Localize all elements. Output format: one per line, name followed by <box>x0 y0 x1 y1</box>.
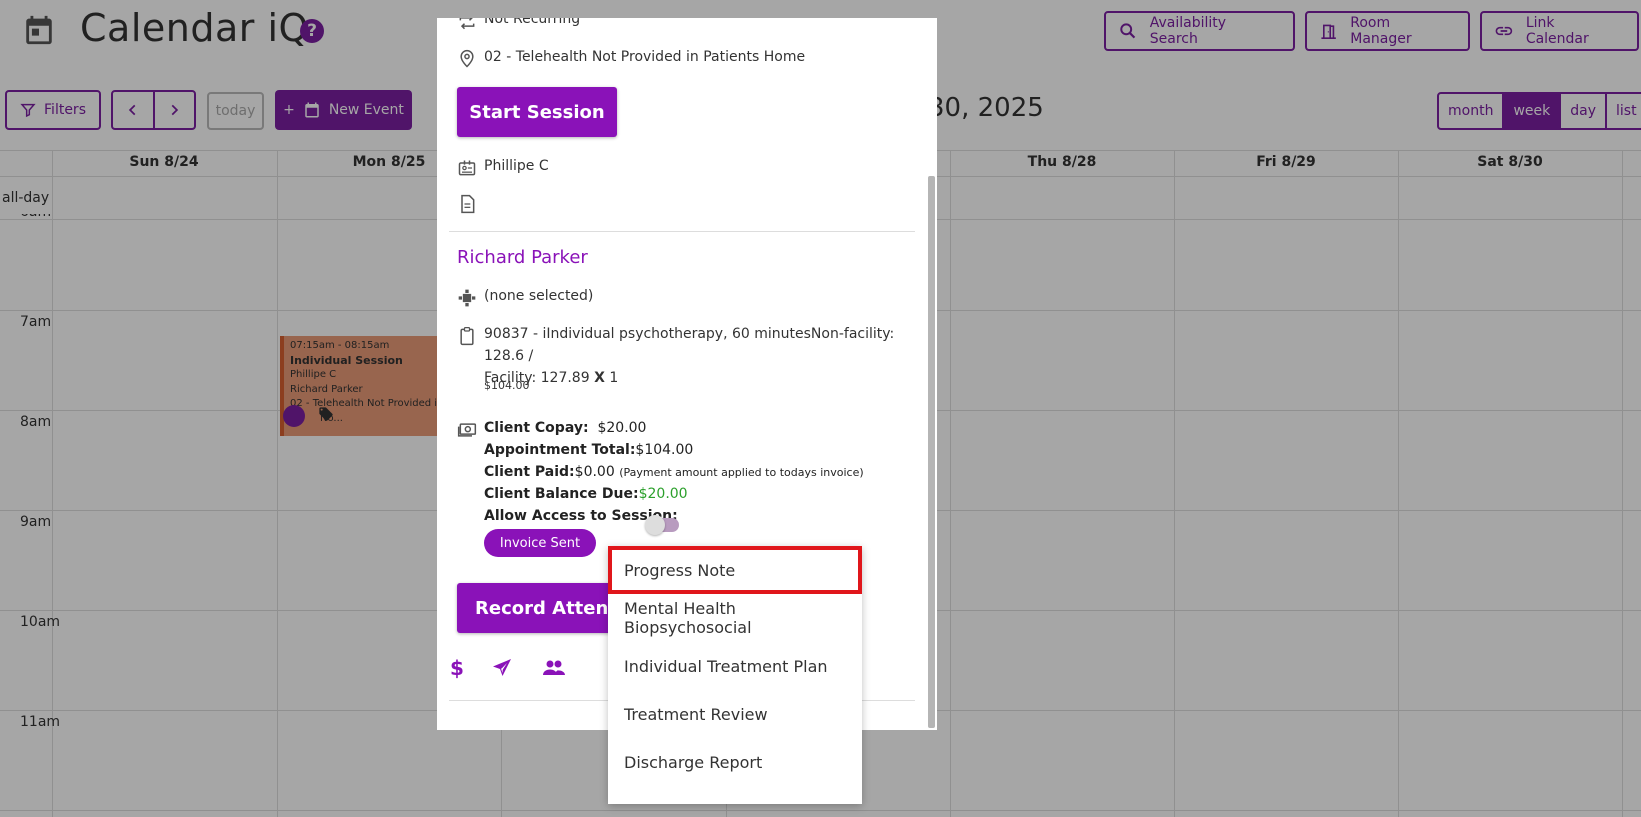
start-session-button[interactable]: Start Session <box>457 87 617 137</box>
id-card-icon <box>458 160 476 176</box>
note-type-dropdown: Progress Note Mental Health Biopsychosoc… <box>608 546 862 804</box>
balance-line: Client Balance Due:$20.00 <box>484 486 688 502</box>
cash-icon <box>457 423 477 437</box>
recurrence-text: Not Recurring <box>484 18 581 27</box>
service-price: $104.00 <box>484 379 530 392</box>
total-value: $104.00 <box>635 442 694 458</box>
balance-value: $20.00 <box>638 486 688 502</box>
dollar-icon[interactable]: $ <box>445 656 469 680</box>
service-code-line1: 90837 - iIndividual psychotherapy, 60 mi… <box>484 326 895 364</box>
paid-value: $0.00 <box>574 464 615 480</box>
paid-line: Client Paid:$0.00 (Payment amount applie… <box>484 464 864 480</box>
modal-scrollbar[interactable] <box>928 176 935 728</box>
service-code-x: X <box>594 370 605 386</box>
send-icon[interactable] <box>490 656 514 680</box>
paid-note: (Payment amount applied to todays invoic… <box>619 466 864 479</box>
dropdown-item-biopsychosocial[interactable]: Mental Health Biopsychosocial <box>608 594 862 642</box>
clipboard-icon <box>460 327 474 346</box>
dropdown-item-treatment-plan[interactable]: Individual Treatment Plan <box>608 642 862 690</box>
service-code-qty: 1 <box>604 370 619 386</box>
repeat-icon <box>459 18 475 30</box>
document-icon[interactable] <box>457 194 477 214</box>
puzzle-icon <box>458 289 476 307</box>
location-text: 02 - Telehealth Not Provided in Patients… <box>484 49 806 65</box>
dropdown-item-treatment-review[interactable]: Treatment Review <box>608 690 862 738</box>
access-toggle[interactable] <box>645 515 679 535</box>
modifier-text: (none selected) <box>484 288 594 304</box>
service-code-text: 90837 - iIndividual psychotherapy, 60 mi… <box>484 323 904 389</box>
dropdown-item-progress-note[interactable]: Progress Note <box>608 546 862 594</box>
provider-name: Phillipe C <box>484 158 549 174</box>
divider <box>449 231 915 232</box>
client-name-link[interactable]: Richard Parker <box>457 247 588 268</box>
dropdown-item-discharge-report[interactable]: Discharge Report <box>608 738 862 786</box>
group-icon[interactable] <box>542 656 566 680</box>
total-line: Appointment Total:$104.00 <box>484 442 694 458</box>
toggle-knob <box>645 515 665 535</box>
copay-value: $20.00 <box>597 420 647 436</box>
location-pin-icon <box>460 49 474 68</box>
copay-line: Client Copay: $20.00 <box>484 420 647 436</box>
invoice-sent-badge[interactable]: Invoice Sent <box>484 529 596 557</box>
svg-text:$: $ <box>450 656 464 680</box>
